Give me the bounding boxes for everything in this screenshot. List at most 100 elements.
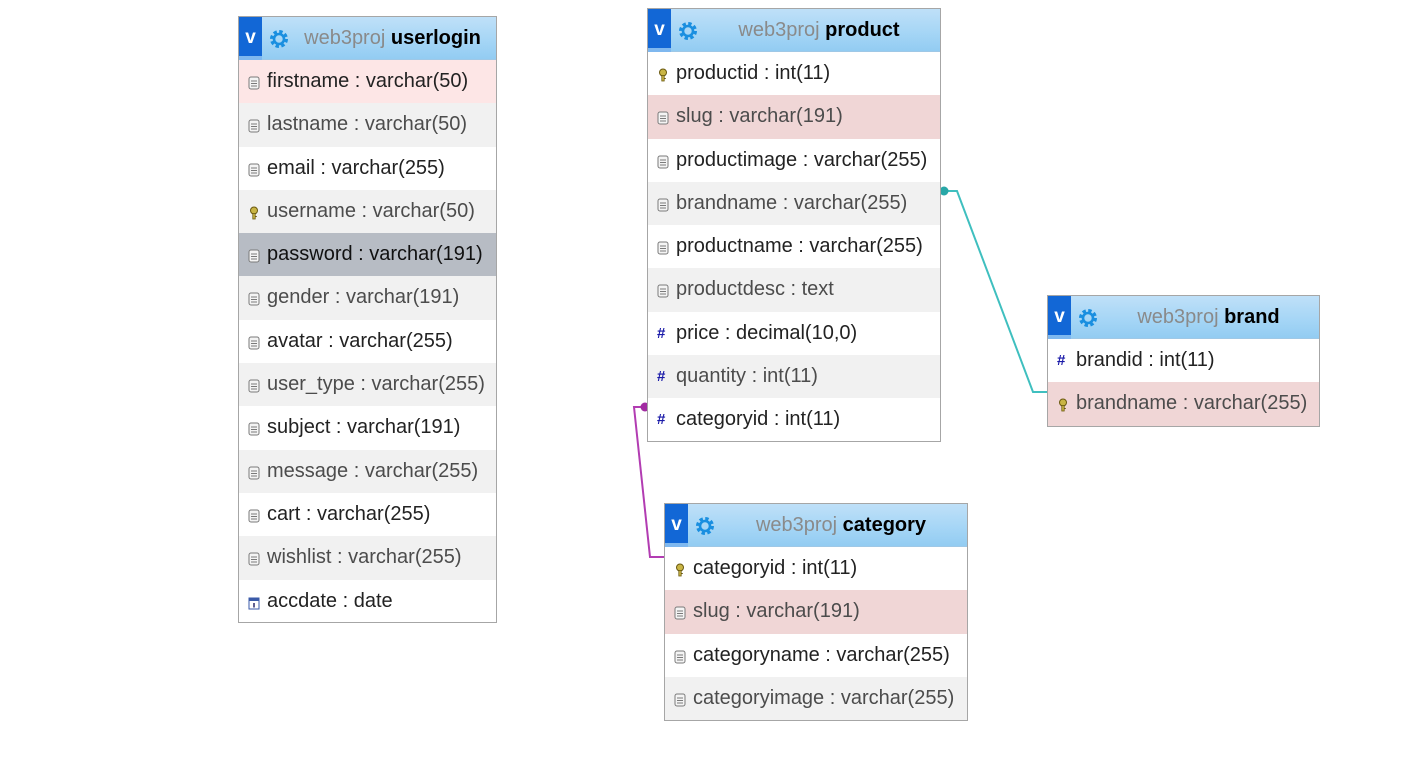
column-label: wishlist : varchar(255) — [267, 546, 462, 569]
column-row[interactable]: wishlist : varchar(255) — [239, 536, 496, 580]
field-icon — [248, 336, 260, 350]
table-title[interactable]: web3proj brand — [1104, 296, 1313, 339]
field-icon — [657, 284, 669, 298]
column-row[interactable]: categoryid : int(11) — [665, 547, 967, 590]
collapse-toggle-icon[interactable]: v — [665, 504, 688, 547]
column-label: slug : varchar(191) — [676, 105, 843, 128]
table-name: category — [842, 514, 927, 536]
number-icon: # — [657, 411, 666, 429]
key-icon — [659, 68, 667, 82]
column-row[interactable]: productdesc : text — [648, 268, 940, 312]
column-label: subject : varchar(191) — [267, 416, 461, 439]
column-label: productdesc : text — [676, 278, 834, 301]
column-row[interactable]: brandname : varchar(255) — [1048, 382, 1319, 426]
field-icon — [248, 509, 260, 523]
column-label: firstname : varchar(50) — [267, 70, 469, 92]
gear-icon[interactable] — [269, 29, 289, 49]
column-row[interactable]: slug : varchar(191) — [665, 590, 967, 634]
column-label: username : varchar(50) — [267, 199, 475, 222]
field-icon — [248, 422, 260, 436]
column-label: categoryid : int(11) — [676, 408, 841, 431]
field-icon — [657, 198, 669, 212]
column-row[interactable]: slug : varchar(191) — [648, 95, 940, 139]
table-category[interactable]: v web3proj category categoryid : int(11)… — [664, 503, 968, 721]
table-header[interactable]: v web3proj product — [648, 9, 940, 52]
table-product[interactable]: v web3proj product productid : int(11) s… — [647, 8, 941, 442]
column-row[interactable]: categoryimage : varchar(255) — [665, 676, 967, 721]
column-row[interactable]: # brandid : int(11) — [1048, 339, 1319, 382]
table-brand[interactable]: v web3proj brand # brandid : int(11) bra… — [1047, 295, 1320, 427]
database-name: web3proj — [1137, 306, 1219, 328]
field-icon — [248, 76, 260, 90]
collapse-toggle-icon[interactable]: v — [648, 9, 671, 52]
table-title[interactable]: web3proj category — [721, 504, 961, 547]
field-icon — [248, 249, 260, 263]
field-icon — [248, 163, 260, 177]
column-row[interactable]: firstname : varchar(50) — [239, 60, 496, 104]
column-label: slug : varchar(191) — [693, 600, 860, 623]
column-row[interactable]: email : varchar(255) — [239, 147, 496, 190]
date-icon — [248, 597, 260, 610]
column-row[interactable]: message : varchar(255) — [239, 449, 496, 493]
column-row[interactable]: username : varchar(50) — [239, 189, 496, 234]
database-name: web3proj — [755, 514, 838, 536]
column-label: lastname : varchar(50) — [267, 113, 468, 136]
column-row[interactable]: categoryname : varchar(255) — [665, 634, 967, 677]
field-icon — [248, 552, 260, 566]
field-icon — [674, 606, 686, 620]
column-row[interactable]: cart : varchar(255) — [239, 493, 496, 536]
database-name: web3proj — [738, 19, 820, 41]
column-row[interactable]: subject : varchar(191) — [239, 406, 496, 449]
column-row[interactable]: productname : varchar(255) — [648, 225, 940, 268]
column-row[interactable]: productid : int(11) — [648, 52, 940, 95]
column-label: price : decimal(10,0) — [676, 321, 858, 344]
column-label: quantity : int(11) — [676, 365, 818, 388]
column-label: productimage : varchar(255) — [676, 148, 928, 171]
column-row[interactable]: gender : varchar(191) — [239, 276, 496, 320]
field-icon — [248, 292, 260, 306]
column-label: accdate : date — [267, 589, 393, 612]
column-row[interactable]: # price : decimal(10,0) — [648, 312, 940, 355]
number-icon: # — [657, 324, 666, 342]
gear-icon[interactable] — [678, 21, 698, 41]
column-label: brandname : varchar(255) — [1076, 392, 1308, 415]
column-row[interactable]: password : varchar(191) — [239, 233, 496, 277]
table-userlogin[interactable]: v web3proj userlogin firstname : varchar… — [238, 16, 497, 623]
column-row[interactable]: avatar : varchar(255) — [239, 320, 496, 363]
column-label: brandname : varchar(255) — [676, 191, 908, 214]
column-row[interactable]: brandname : varchar(255) — [648, 181, 940, 226]
table-title[interactable]: web3proj userlogin — [295, 17, 490, 60]
field-icon — [657, 241, 669, 255]
column-row[interactable]: lastname : varchar(50) — [239, 103, 496, 147]
column-row[interactable]: # quantity : int(11) — [648, 355, 940, 399]
column-label: gender : varchar(191) — [267, 286, 460, 309]
field-icon — [248, 466, 260, 480]
field-icon — [674, 650, 686, 664]
number-icon: # — [657, 368, 666, 386]
column-label: categoryname : varchar(255) — [693, 643, 950, 666]
key-icon — [676, 563, 684, 577]
table-header[interactable]: v web3proj category — [665, 504, 967, 547]
key-icon — [250, 206, 258, 220]
field-icon — [674, 693, 686, 707]
column-row[interactable]: user_type : varchar(255) — [239, 363, 496, 407]
field-icon — [657, 155, 669, 169]
column-label: categoryid : int(11) — [693, 557, 858, 579]
column-label: user_type : varchar(255) — [267, 373, 485, 396]
column-label: message : varchar(255) — [267, 459, 479, 482]
relation-line-product-brand — [943, 190, 1047, 393]
key-icon — [1059, 398, 1067, 412]
gear-icon[interactable] — [695, 516, 715, 536]
column-row[interactable]: productimage : varchar(255) — [648, 139, 940, 182]
column-label: brandid : int(11) — [1076, 349, 1215, 371]
field-icon — [657, 111, 669, 125]
table-title[interactable]: web3proj product — [704, 9, 934, 52]
collapse-toggle-icon[interactable]: v — [1048, 296, 1071, 339]
collapse-toggle-icon[interactable]: v — [239, 17, 262, 60]
database-name: web3proj — [304, 27, 386, 49]
column-row[interactable]: # categoryid : int(11) — [648, 398, 940, 441]
column-row[interactable]: accdate : date — [239, 580, 496, 623]
gear-icon[interactable] — [1078, 308, 1098, 328]
table-header[interactable]: v web3proj brand — [1048, 296, 1319, 339]
table-header[interactable]: v web3proj userlogin — [239, 17, 496, 60]
